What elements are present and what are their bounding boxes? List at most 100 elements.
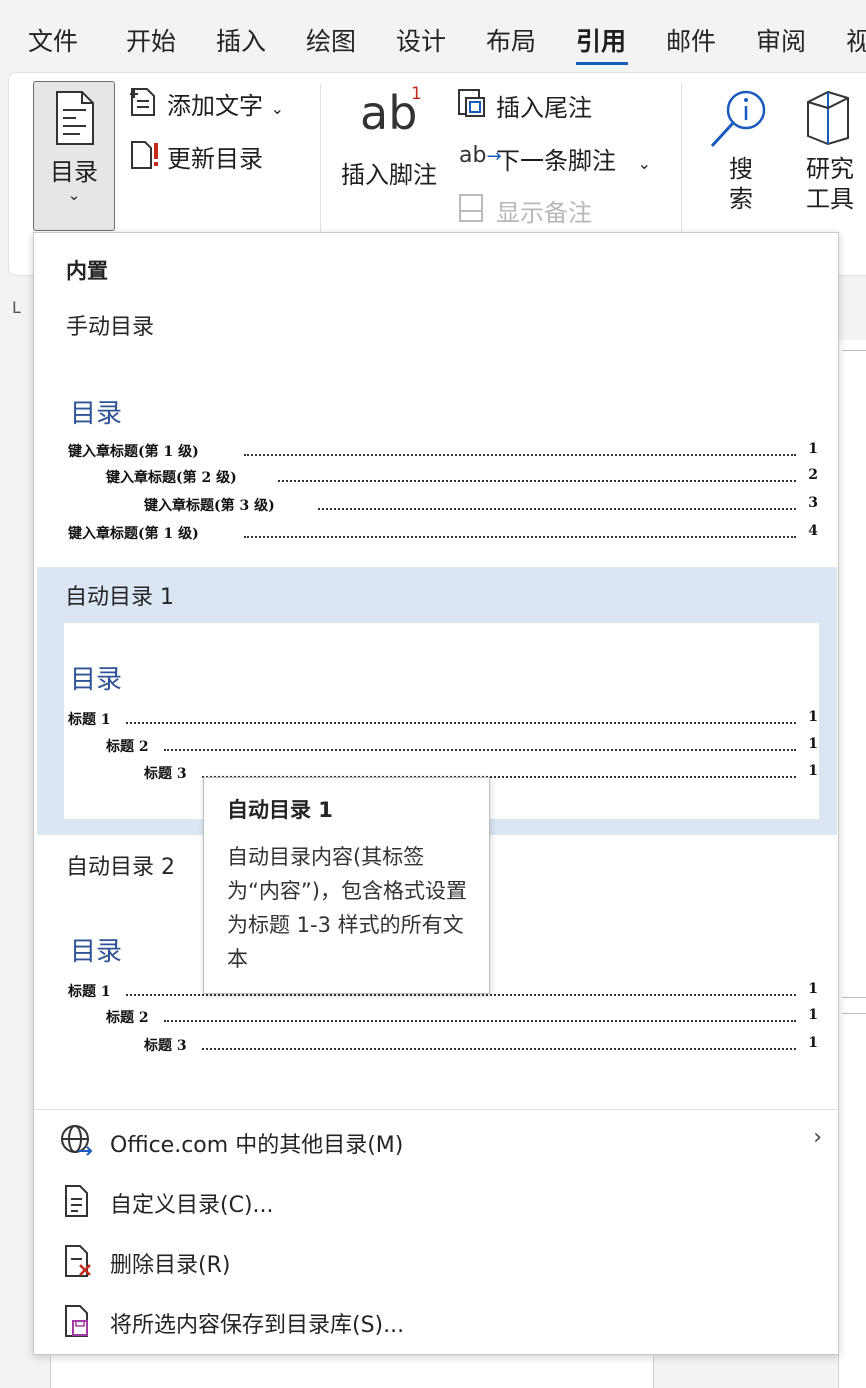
add-text-button[interactable]: 添加文字 ⌄ <box>167 86 284 121</box>
document-icon <box>65 1185 88 1217</box>
menu-item-save-to-gallery[interactable]: 将所选内容保存到目录库(S)... <box>34 1293 838 1349</box>
insert-endnote-button[interactable]: 插入尾注 <box>496 88 592 123</box>
menu-item-custom-toc[interactable]: 自定义目录(C)... <box>34 1173 838 1229</box>
document-line <box>842 997 866 998</box>
toc-preview-entry: 键入章标题(第 1 级) 1 <box>68 441 818 463</box>
toc-entry-text: 标题 1 <box>68 712 111 728</box>
toc-leader-dots <box>202 1048 796 1050</box>
toc-preview-entry: 键入章标题(第 3 级) 3 <box>68 495 818 517</box>
research-tool-button[interactable]: 研究工具 <box>802 154 858 214</box>
toc-leader-dots <box>164 749 796 751</box>
toc-button[interactable]: 目录 ⌄ <box>33 81 115 231</box>
toc-preview-entry: 标题 2 1 <box>68 736 818 758</box>
next-footnote-label: 下一条脚注 <box>496 147 616 175</box>
menu-item-label: 删除目录(R) <box>110 1253 231 1278</box>
manual-toc-label: 手动目录 <box>66 315 155 340</box>
document-page <box>50 1356 654 1388</box>
update-toc-icon <box>131 141 158 169</box>
tooltip-body: 自动目录内容(其标签为“内容”)，包含格式设置为标题 1-3 样式的所有文本 <box>227 845 467 971</box>
toc-entry-text: 标题 2 <box>106 1010 149 1026</box>
tab-home[interactable]: 开始 <box>126 22 176 62</box>
ruler-tab-marker: L <box>12 298 21 317</box>
toc-entry-text: 标题 2 <box>106 739 149 755</box>
toc-preview-entry: 标题 3 1 <box>68 1035 818 1057</box>
active-tab-indicator <box>576 62 628 65</box>
tab-file[interactable]: 文件 <box>28 22 78 62</box>
toc-entry-page: 1 <box>808 709 818 725</box>
toc-entry-text: 键入章标题(第 1 级) <box>68 444 199 460</box>
toc-leader-dots <box>244 454 796 456</box>
toc-leader-dots <box>244 536 796 538</box>
footnote-ab-icon: ab <box>360 86 418 140</box>
toc-leader-dots <box>126 994 796 996</box>
document-page <box>838 340 866 1388</box>
toc-preview-title: 目录 <box>70 665 123 695</box>
tooltip-auto-toc-1: 自动目录 1 自动目录内容(其标签为“内容”)，包含格式设置为标题 1-3 样式… <box>203 777 490 994</box>
tab-draw[interactable]: 绘图 <box>306 22 356 62</box>
toc-leader-dots <box>164 1020 796 1022</box>
toc-leader-dots <box>278 480 796 482</box>
toc-preview-title: 目录 <box>70 937 123 967</box>
group-separator <box>681 84 682 234</box>
toc-entry-text: 标题 1 <box>68 984 111 1000</box>
toc-entry-text: 键入章标题(第 2 级) <box>106 470 237 486</box>
add-text-label: 添加文字 <box>167 92 263 120</box>
toc-preview-entry: 键入章标题(第 1 级) 4 <box>68 523 818 545</box>
gallery-item-manual-toc[interactable]: 手动目录 目录 键入章标题(第 1 级) 1 键入章标题(第 2 级) 2 键入… <box>34 295 838 565</box>
insert-footnote-button[interactable]: 插入脚注 <box>341 155 437 190</box>
chevron-down-icon: ⌄ <box>270 99 285 118</box>
document-line <box>842 350 866 351</box>
chevron-down-icon: ⌄ <box>67 186 81 204</box>
toc-entry-page: 4 <box>808 523 818 539</box>
ribbon-tab-bar: 文件 开始 插入 绘图 设计 布局 引用 邮件 审阅 视 <box>0 0 866 70</box>
menu-item-label: 将所选内容保存到目录库(S)... <box>110 1313 405 1338</box>
tab-references[interactable]: 引用 <box>576 22 626 62</box>
menu-item-more-tocs[interactable]: Office.com 中的其他目录(M) › <box>34 1113 838 1169</box>
toc-button-label: 目录 <box>50 158 98 186</box>
delete-document-icon <box>65 1245 91 1277</box>
toc-entry-page: 1 <box>808 1007 818 1023</box>
tab-review[interactable]: 审阅 <box>756 22 806 62</box>
toc-entry-page: 2 <box>808 467 818 483</box>
menu-item-label: Office.com 中的其他目录(M) <box>110 1133 404 1158</box>
document-line <box>842 1013 866 1014</box>
footnote-superscript-icon: 1 <box>411 84 422 104</box>
toc-entry-text: 键入章标题(第 3 级) <box>144 498 275 514</box>
auto-toc-1-label: 自动目录 1 <box>65 585 174 610</box>
toc-leader-dots <box>126 722 796 724</box>
add-text-icon <box>130 88 155 116</box>
globe-icon <box>61 1125 93 1156</box>
toc-entry-page: 1 <box>808 1035 818 1051</box>
show-notes-icon <box>459 194 483 222</box>
toc-preview-title: 目录 <box>70 399 123 429</box>
update-toc-button[interactable]: 更新目录 <box>167 139 263 174</box>
tab-view[interactable]: 视 <box>846 22 866 62</box>
tab-insert[interactable]: 插入 <box>216 22 266 62</box>
toc-leader-dots <box>318 508 796 510</box>
next-footnote-button[interactable]: 下一条脚注 ⌄ <box>496 141 651 176</box>
search-icon <box>710 90 766 148</box>
menu-item-remove-toc[interactable]: 删除目录(R) <box>34 1233 838 1289</box>
toc-entry-page: 1 <box>808 736 818 752</box>
insert-endnote-icon <box>458 89 485 117</box>
search-button[interactable]: 搜索 <box>727 154 755 214</box>
toc-entry-page: 3 <box>808 495 818 511</box>
auto-toc-2-label: 自动目录 2 <box>66 855 175 880</box>
group-separator <box>320 84 321 234</box>
tab-layout[interactable]: 布局 <box>486 22 536 62</box>
toc-entry-text: 标题 3 <box>144 1038 187 1054</box>
tab-mailings[interactable]: 邮件 <box>666 22 716 62</box>
toc-entry-text: 标题 3 <box>144 766 187 782</box>
toc-preview-entry: 标题 1 1 <box>68 709 818 731</box>
chevron-down-icon: ⌄ <box>637 154 652 173</box>
research-tool-icon <box>807 90 849 146</box>
toc-entry-page: 1 <box>808 981 818 997</box>
chevron-right-icon: › <box>813 1125 822 1150</box>
menu-divider <box>34 1109 838 1110</box>
toc-entry-page: 1 <box>808 763 818 779</box>
tooltip-title: 自动目录 1 <box>227 798 333 822</box>
toc-preview-entry: 键入章标题(第 2 级) 2 <box>68 467 818 489</box>
tab-design[interactable]: 设计 <box>396 22 446 62</box>
show-notes-button[interactable]: 显示备注 <box>496 193 592 228</box>
menu-item-label: 自定义目录(C)... <box>110 1193 274 1218</box>
